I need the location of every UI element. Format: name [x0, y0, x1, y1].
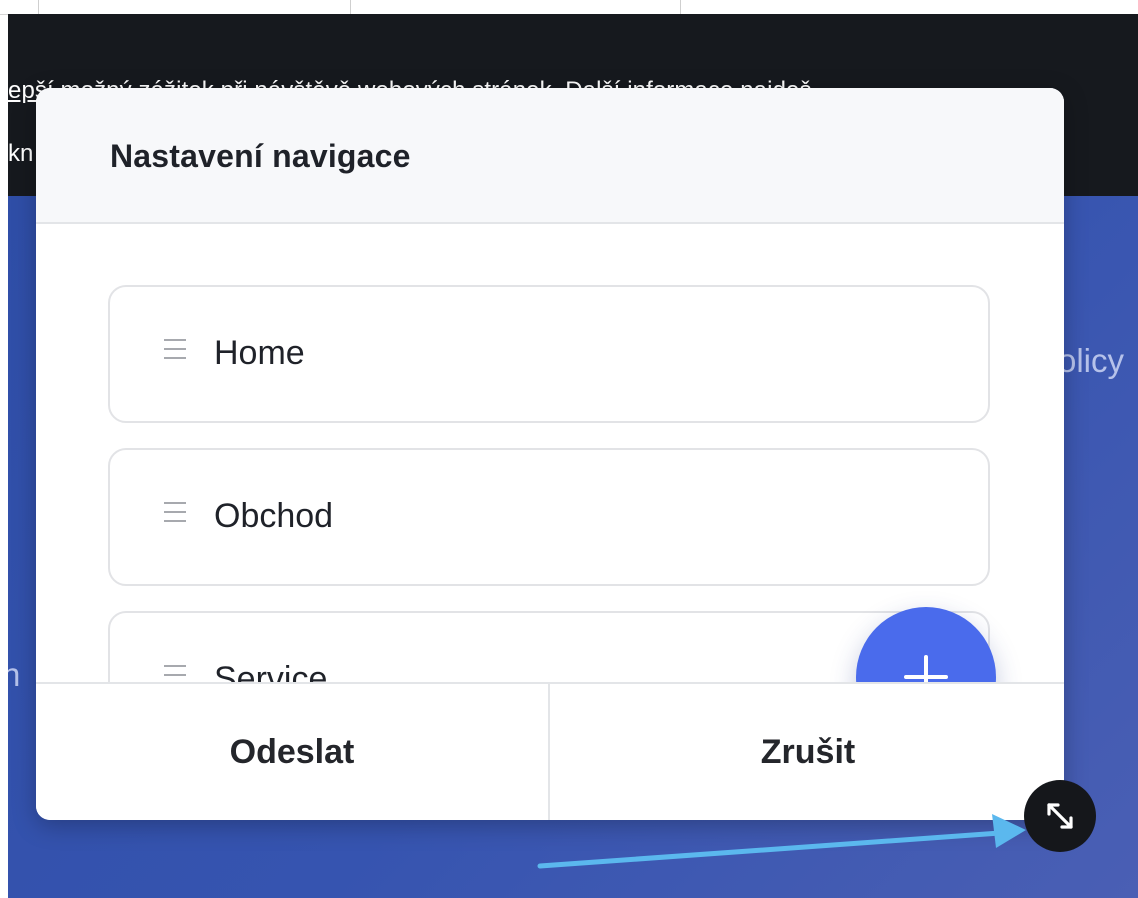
- submit-button[interactable]: Odeslat: [36, 684, 550, 820]
- dialog-title: Nastavení navigace: [110, 138, 411, 174]
- drag-handle-icon[interactable]: [164, 665, 186, 682]
- navigation-item-list[interactable]: Home Obchod Service: [36, 224, 1064, 682]
- nav-item-label: Home: [214, 334, 305, 372]
- drag-handle-icon[interactable]: [164, 339, 186, 366]
- cancel-button[interactable]: Zrušit: [551, 684, 1064, 820]
- hero-policy-text: olicy: [1058, 342, 1125, 379]
- top-strip-divider: [680, 0, 681, 14]
- dialog-header: Nastavení navigace: [36, 88, 1064, 224]
- nav-item-obchod[interactable]: Obchod: [108, 448, 990, 586]
- top-strip-divider: [38, 0, 39, 14]
- nav-item-label: Obchod: [214, 497, 334, 535]
- cookie-banner-text-line-2: kn: [8, 140, 34, 167]
- nav-item-label: Service: [214, 660, 328, 682]
- resize-handle[interactable]: [1024, 780, 1096, 852]
- dialog-footer: Odeslat Zrušit: [36, 682, 1064, 820]
- navigation-settings-dialog: Nastavení navigace Home Obchod Service O…: [36, 88, 1064, 820]
- drag-handle-icon[interactable]: [164, 502, 186, 529]
- nav-item-home[interactable]: Home: [108, 285, 990, 423]
- page-top-strip: [0, 0, 1138, 15]
- top-strip-divider: [350, 0, 351, 14]
- plus-icon: [924, 655, 928, 682]
- resize-diagonal-icon: [1047, 803, 1073, 829]
- hero-left-text: n: [8, 656, 21, 693]
